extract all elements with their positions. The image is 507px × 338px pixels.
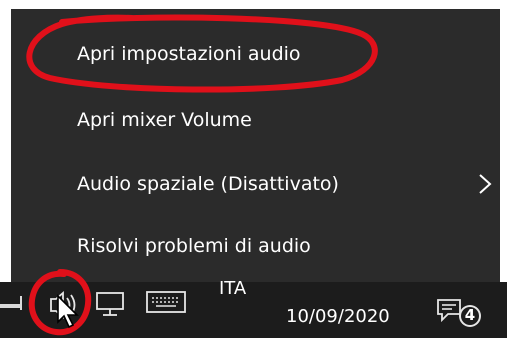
notification-icon[interactable] <box>434 294 486 330</box>
taskbar: ITA 10/09/2020 4 <box>0 278 507 338</box>
taskbar-date[interactable]: 10/09/2020 <box>286 306 390 327</box>
date-label: 10/09/2020 <box>286 306 390 327</box>
menu-item-label: Apri mixer Volume <box>77 109 252 131</box>
keyboard-icon[interactable] <box>145 290 187 316</box>
menu-item-open-volume-mixer[interactable]: Apri mixer Volume <box>11 91 500 149</box>
menu-item-open-audio-settings[interactable]: Apri impostazioni audio <box>11 25 500 83</box>
menu-item-label: Apri impostazioni audio <box>77 43 301 65</box>
menu-item-label: Audio spaziale (Disattivato) <box>77 173 339 195</box>
volume-icon[interactable] <box>47 288 81 322</box>
language-indicator[interactable]: ITA <box>219 278 246 300</box>
screenshot-frame: Apri impostazioni audio Apri mixer Volum… <box>0 0 507 338</box>
menu-item-label: Risolvi problemi di audio <box>77 235 311 257</box>
menu-item-spatial-audio[interactable]: Audio spaziale (Disattivato) <box>11 155 500 213</box>
language-label: ITA <box>219 278 247 299</box>
audio-context-menu: Apri impostazioni audio Apri mixer Volum… <box>11 9 500 282</box>
menu-item-troubleshoot-audio[interactable]: Risolvi problemi di audio <box>11 217 500 275</box>
network-icon[interactable] <box>0 290 36 316</box>
notification-badge-count: 4 <box>464 306 476 324</box>
monitor-icon[interactable] <box>94 290 128 320</box>
chevron-right-icon <box>479 174 492 194</box>
